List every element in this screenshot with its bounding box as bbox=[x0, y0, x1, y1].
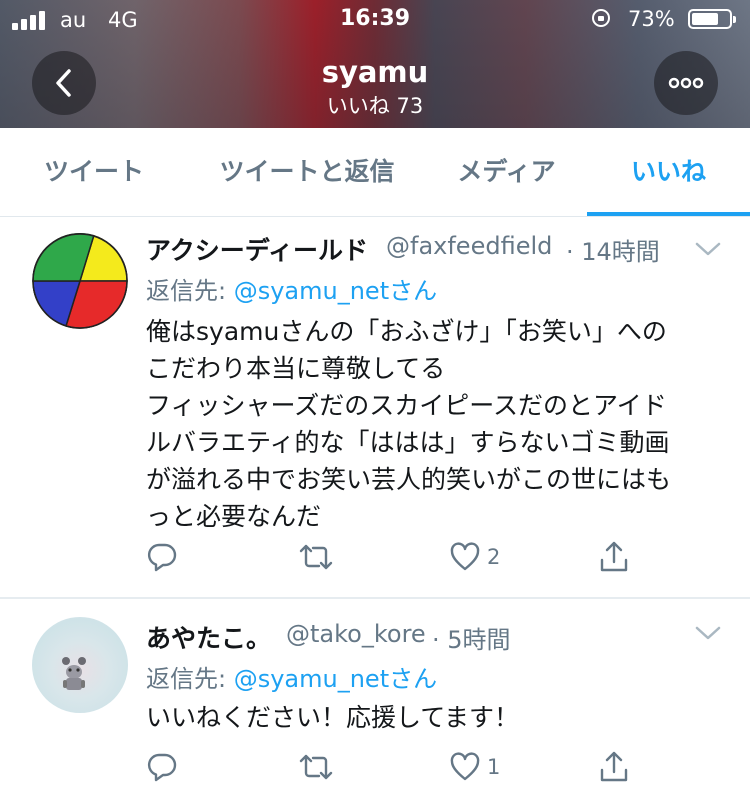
profile-name: syamu bbox=[321, 55, 429, 89]
avatar-image bbox=[62, 657, 86, 690]
avatar-image bbox=[32, 233, 128, 329]
tweet-timestamp: · 14時間 bbox=[566, 238, 660, 266]
share-icon bbox=[600, 751, 628, 782]
reply-context: 返信先: @syamu_netさん bbox=[146, 271, 437, 306]
ellipsis-icon bbox=[668, 77, 704, 89]
tweet-text-line: が溢れる中でお笑い芸人的笑いがこの世にはも bbox=[146, 465, 672, 494]
profile-header: au 4G 16:39 73% syamu いいね 73 bbox=[0, 0, 750, 128]
heart-icon bbox=[450, 752, 480, 781]
battery-icon bbox=[688, 9, 736, 29]
retweet-button[interactable] bbox=[298, 537, 340, 577]
likes-count-subtitle: いいね 73 bbox=[326, 94, 424, 118]
share-icon bbox=[600, 541, 628, 572]
reply-button[interactable] bbox=[146, 537, 184, 577]
tweet-text: 俺はsyamuさんの「おふざけ」「お笑い」への こだわり本当に尊敬してる フィッ… bbox=[146, 313, 736, 535]
tweet-text: いいねください！応援してます！ bbox=[146, 699, 736, 736]
rotation-lock-icon bbox=[592, 9, 610, 27]
tweet-text-line: いいねください！応援してます！ bbox=[146, 703, 520, 732]
reply-mention-link[interactable]: @syamu_netさん bbox=[234, 665, 437, 693]
avatar[interactable] bbox=[32, 233, 128, 329]
reply-prefix: 返信先: bbox=[146, 277, 234, 305]
tweet[interactable]: アクシーディールド @faxfeedfield · 14時間 返信先: @sya… bbox=[0, 217, 750, 599]
profile-tabs: ツイート ツイートと返信 メディア いいね bbox=[0, 128, 750, 217]
share-button[interactable] bbox=[598, 747, 630, 787]
chevron-down-icon[interactable] bbox=[694, 239, 722, 259]
tweet[interactable]: あやたこ。 @tako_kore · 5時間 返信先: @syamu_netさん… bbox=[0, 599, 750, 798]
reply-mention-link[interactable]: @syamu_netさん bbox=[234, 277, 437, 305]
active-tab-indicator bbox=[587, 212, 750, 216]
reply-icon bbox=[147, 753, 177, 782]
battery-percent: 73% bbox=[628, 7, 675, 31]
avatar[interactable] bbox=[32, 617, 128, 713]
like-button[interactable]: 1 bbox=[449, 747, 500, 787]
tweet-author-handle[interactable]: @faxfeedfield bbox=[386, 232, 552, 260]
share-button[interactable] bbox=[598, 537, 630, 577]
tweet-author-name[interactable]: アクシーディールド bbox=[146, 231, 368, 267]
status-bar: au 4G 16:39 73% bbox=[0, 0, 750, 40]
tab-tweets[interactable]: ツイート bbox=[0, 128, 188, 216]
reply-context: 返信先: @syamu_netさん bbox=[146, 659, 437, 694]
reply-prefix: 返信先: bbox=[146, 665, 234, 693]
battery-fill bbox=[692, 13, 718, 25]
like-button[interactable]: 2 bbox=[449, 537, 500, 577]
tweet-text-line: 俺はsyamuさんの「おふざけ」「お笑い」への bbox=[146, 317, 667, 346]
tab-likes[interactable]: いいね bbox=[587, 128, 750, 216]
heart-icon bbox=[450, 542, 480, 571]
like-count: 1 bbox=[487, 755, 501, 779]
like-count: 2 bbox=[487, 545, 501, 569]
retweet-button[interactable] bbox=[298, 747, 340, 787]
tweet-actions: 1 bbox=[0, 747, 750, 787]
tweet-text-line: っと必要なんだ bbox=[146, 502, 322, 531]
tweet-author-handle[interactable]: @tako_kore bbox=[286, 620, 426, 648]
tweet-author-name[interactable]: あやたこ。 bbox=[146, 619, 271, 655]
chevron-down-icon[interactable] bbox=[694, 623, 722, 643]
tab-tweets-and-replies[interactable]: ツイートと返信 bbox=[188, 128, 426, 216]
retweet-icon bbox=[299, 754, 333, 780]
tweet-timestamp: · 5時間 bbox=[432, 626, 511, 654]
reply-button[interactable] bbox=[146, 747, 184, 787]
retweet-icon bbox=[299, 544, 333, 570]
tweet-text-line: こだわり本当に尊敬してる bbox=[146, 354, 446, 383]
reply-icon bbox=[147, 543, 177, 572]
tab-media[interactable]: メディア bbox=[426, 128, 587, 216]
tweet-text-line: ルバラエティ的な「ははは」すらないゴミ動画 bbox=[146, 428, 670, 457]
more-options-button[interactable] bbox=[654, 51, 718, 115]
tweet-actions: 2 bbox=[0, 537, 750, 577]
tweet-text-line: フィッシャーズだのスカイピースだのとアイド bbox=[146, 391, 667, 420]
